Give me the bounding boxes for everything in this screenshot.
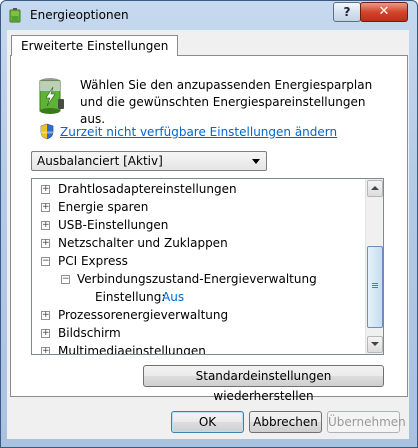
cancel-button[interactable]: Abbrechen xyxy=(249,411,322,433)
tree-item-multimedia[interactable]: + Multimediaeinstellungen xyxy=(32,342,366,355)
apply-button[interactable]: Übernehmen xyxy=(327,411,406,433)
grip-icon xyxy=(372,283,378,284)
battery-plan-icon xyxy=(39,78,64,114)
tree-item-label: Bildschirm xyxy=(58,326,121,340)
restore-defaults-button[interactable]: Standardeinstellungen wiederherstellen xyxy=(143,365,384,403)
chevron-down-icon xyxy=(252,159,260,164)
collapse-minus-icon[interactable]: − xyxy=(41,257,50,266)
close-button[interactable]: ✕ xyxy=(360,2,408,22)
expand-plus-icon[interactable]: + xyxy=(41,185,50,194)
collapse-minus-icon[interactable]: − xyxy=(61,275,70,284)
tree-item-power-buttons[interactable]: + Netzschalter und Zuklappen xyxy=(32,234,366,252)
setting-value[interactable]: Aus xyxy=(162,288,184,306)
tree-item-link-state[interactable]: − Verbindungszustand-Energieverwaltung xyxy=(32,270,366,288)
tree-item-label: PCI Express xyxy=(58,254,128,268)
expand-plus-icon[interactable]: + xyxy=(41,347,50,354)
tree-item-wireless[interactable]: + Drahtlosadaptereinstellungen xyxy=(32,180,366,198)
description-text: Wählen Sie den anzupassenden Energiespar… xyxy=(80,78,373,126)
tree-item-pci-express[interactable]: − PCI Express xyxy=(32,252,366,270)
tree-item-label: USB-Einstellungen xyxy=(58,218,169,232)
tree-item-label: Netzschalter und Zuklappen xyxy=(58,236,228,250)
help-button[interactable]: ? xyxy=(333,2,361,22)
tab-advanced-settings[interactable]: Erweiterte Einstellungen xyxy=(11,35,179,56)
ok-button[interactable]: OK xyxy=(171,411,244,433)
chevron-up-icon xyxy=(371,186,379,190)
change-unavailable-settings-link[interactable]: Zurzeit nicht verfügbare Einstellungen ä… xyxy=(60,125,337,139)
tree-item-energy-saving[interactable]: + Energie sparen xyxy=(32,198,366,216)
tree-item-label: Prozessorenergieverwaltung xyxy=(58,308,229,322)
scroll-thumb[interactable] xyxy=(367,246,383,328)
tree-item-label: Drahtlosadaptereinstellungen xyxy=(58,182,237,196)
tree-item-label: Multimediaeinstellungen xyxy=(58,344,206,355)
tree-item-usb[interactable]: + USB-Einstellungen xyxy=(32,216,366,234)
expand-plus-icon[interactable]: + xyxy=(41,311,50,320)
expand-plus-icon[interactable]: + xyxy=(41,329,50,338)
power-plan-select[interactable]: Ausbalanciert [Aktiv] xyxy=(31,151,267,171)
expand-plus-icon[interactable]: + xyxy=(41,203,50,212)
window-title: Energieoptionen xyxy=(30,8,129,22)
power-options-icon xyxy=(9,8,21,23)
tree-item-display[interactable]: + Bildschirm xyxy=(32,324,366,342)
tree-item-setting[interactable]: Einstellung: Aus xyxy=(32,288,366,306)
expand-plus-icon[interactable]: + xyxy=(41,239,50,248)
title-bar[interactable]: Energieoptionen ? ✕ xyxy=(1,1,417,29)
setting-label: Einstellung: xyxy=(95,290,166,304)
power-plan-select-value: Ausbalanciert [Aktiv] xyxy=(37,154,163,168)
settings-tree[interactable]: + Drahtlosadaptereinstellungen + Energie… xyxy=(31,178,384,355)
chevron-down-icon xyxy=(371,342,379,346)
tree-scrollbar[interactable] xyxy=(365,179,383,354)
tree-item-label: Energie sparen xyxy=(58,200,149,214)
tree-item-label: Verbindungszustand-Energieverwaltung xyxy=(77,272,317,286)
uac-shield-icon xyxy=(40,123,54,140)
scroll-down-button[interactable] xyxy=(367,336,383,353)
scroll-up-button[interactable] xyxy=(367,180,383,197)
tree-item-processor[interactable]: + Prozessorenergieverwaltung xyxy=(32,306,366,324)
expand-plus-icon[interactable]: + xyxy=(41,221,50,230)
